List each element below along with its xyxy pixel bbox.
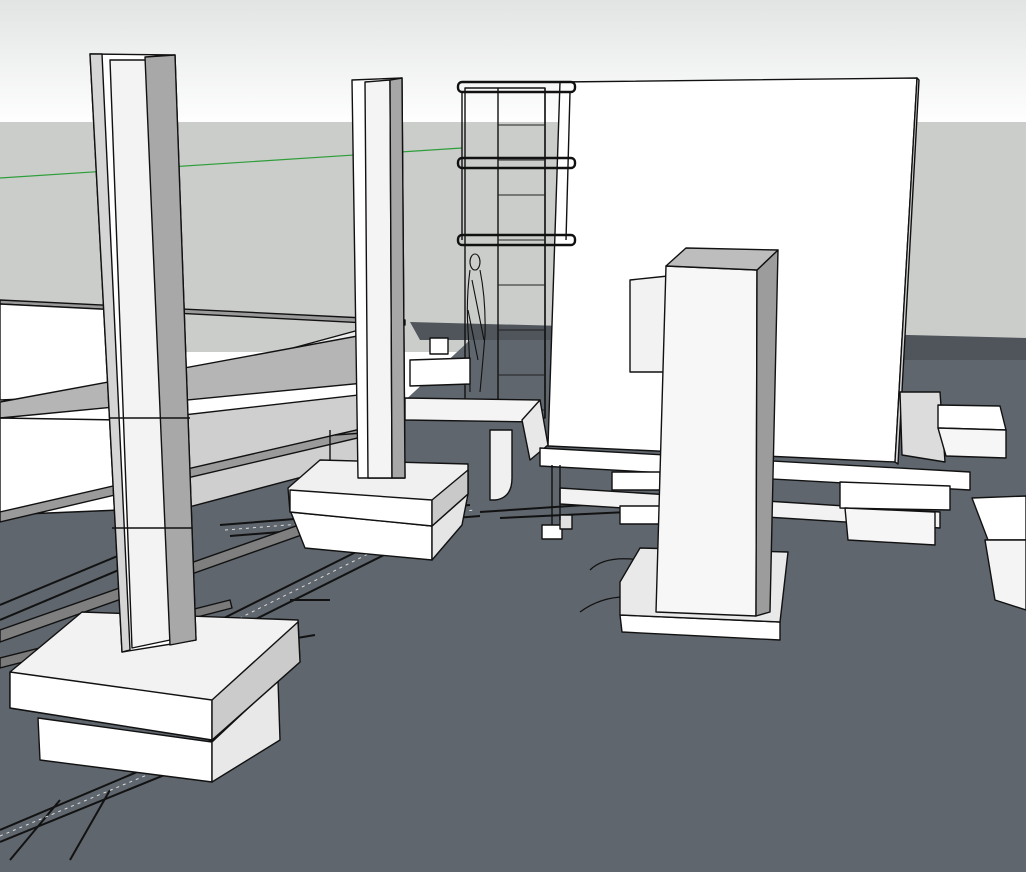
pipe-elbow: [489, 429, 513, 501]
3d-model-viewport[interactable]: [0, 0, 1026, 872]
wall-mounted-box: [629, 275, 669, 373]
scene-canvas[interactable]: [0, 0, 1026, 872]
